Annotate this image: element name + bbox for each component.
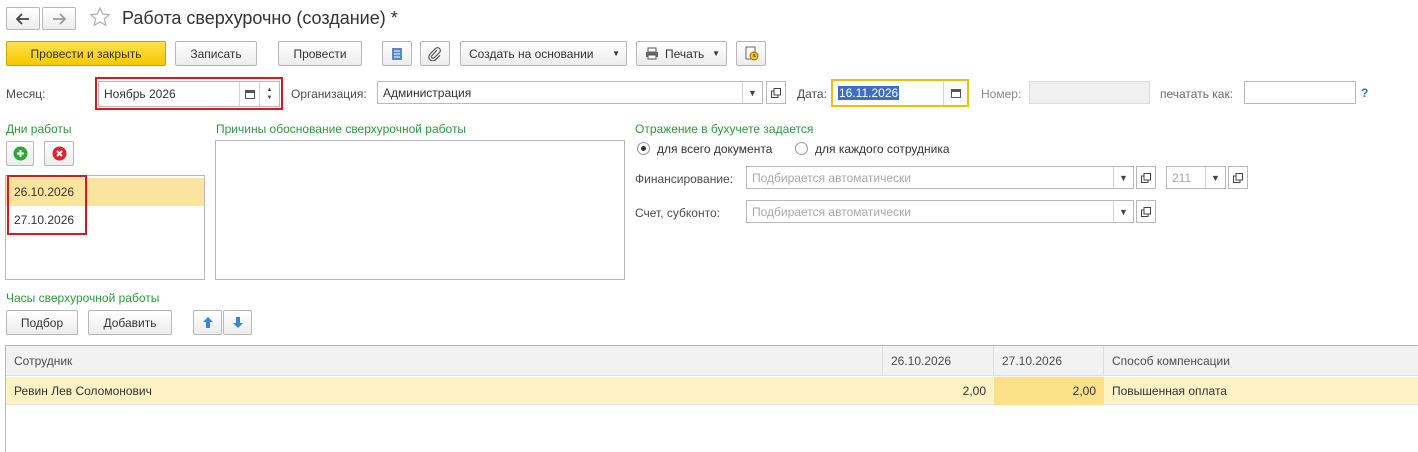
- radio-each-employee[interactable]: [795, 142, 808, 155]
- help-link[interactable]: ?: [1361, 86, 1368, 100]
- table-header: Сотрудник 26.10.2026 27.10.2026 Способ к…: [6, 346, 1418, 376]
- cell-day1-hours: 2,00: [962, 384, 986, 398]
- financing-label: Финансирование:: [635, 172, 734, 186]
- dropdown-arrow-icon: ▼: [1119, 172, 1128, 183]
- work-days-title: Дни работы: [6, 122, 72, 136]
- cell-employee: Ревин Лев Соломонович: [14, 384, 152, 398]
- remove-day-button[interactable]: [44, 141, 74, 166]
- attachments-button[interactable]: [420, 41, 450, 66]
- dropdown-arrow-icon: ▼: [1211, 172, 1220, 183]
- save-button[interactable]: Записать: [175, 41, 257, 66]
- financing-open-button[interactable]: [1136, 166, 1156, 189]
- dropdown-arrow-icon: ▼: [1119, 206, 1128, 217]
- arrow-right-icon: [53, 12, 66, 25]
- column-header-day2[interactable]: 27.10.2026: [994, 346, 1104, 376]
- financing-dropdown-button[interactable]: ▼: [1113, 167, 1133, 188]
- account-dropdown-button[interactable]: ▼: [1113, 201, 1133, 222]
- organization-label: Организация:: [291, 87, 367, 101]
- radio-each-employee-label[interactable]: для каждого сотрудника: [815, 142, 950, 156]
- overtime-title: Часы сверхурочной работы: [6, 291, 160, 305]
- organization-field[interactable]: Администрация ▼: [377, 81, 763, 104]
- plus-circle-icon: [13, 146, 27, 161]
- column-header-employee[interactable]: Сотрудник: [6, 346, 883, 376]
- cell-day2-hours: 2,00: [994, 377, 1104, 405]
- list-document-icon: [392, 47, 402, 60]
- window-title: Работа сверхурочно (создание) *: [122, 8, 398, 28]
- reasons-title: Причины обоснование сверхурочной работы: [216, 122, 467, 136]
- work-days-highlight: [7, 175, 87, 235]
- post-and-close-button[interactable]: Провести и закрыть: [6, 41, 166, 66]
- calendar-icon: [950, 89, 961, 98]
- overtime-table[interactable]: Сотрудник 26.10.2026 27.10.2026 Способ к…: [5, 345, 1418, 452]
- print-as-field[interactable]: [1244, 81, 1356, 104]
- create-based-on-label: Создать на основании: [469, 46, 594, 61]
- organization-open-button[interactable]: [766, 81, 786, 104]
- back-button[interactable]: [6, 7, 40, 30]
- print-label: Печать: [665, 46, 705, 61]
- add-day-button[interactable]: [6, 141, 34, 166]
- accounting-title: Отражение в бухучете задается: [635, 122, 814, 136]
- reasons-textarea[interactable]: [215, 140, 625, 280]
- arrow-down-icon: [232, 317, 243, 328]
- post-button[interactable]: Провести: [278, 41, 362, 66]
- delete-circle-icon: [52, 146, 66, 161]
- dropdown-arrow-icon: ▼: [748, 87, 757, 98]
- move-up-button[interactable]: [193, 310, 222, 335]
- financing-code-field[interactable]: 211 ▼: [1166, 166, 1226, 189]
- open-window-icon: [1141, 206, 1151, 217]
- month-label: Месяц:: [6, 87, 46, 101]
- document-list-button[interactable]: [382, 41, 412, 66]
- table-row[interactable]: Ревин Лев Соломонович 2,00 2,00 Повышенн…: [6, 377, 1418, 405]
- printer-icon: [646, 47, 658, 60]
- financing-field[interactable]: Подбирается автоматически ▼: [746, 166, 1134, 189]
- open-window-icon: [771, 87, 781, 98]
- month-highlight: [95, 77, 283, 110]
- dropdown-arrow-icon: ▼: [612, 49, 620, 58]
- organization-value: Администрация: [383, 85, 472, 100]
- number-label: Номер:: [981, 87, 1022, 101]
- account-field[interactable]: Подбирается автоматически ▼: [746, 200, 1134, 223]
- date-value: 16.11.2026: [838, 86, 900, 100]
- move-down-button[interactable]: [223, 310, 252, 335]
- column-header-day1[interactable]: 26.10.2026: [883, 346, 994, 376]
- date-calendar-button[interactable]: [943, 81, 967, 105]
- document-clock-icon: [745, 46, 758, 61]
- report-settings-button[interactable]: [736, 41, 766, 66]
- create-based-on-button[interactable]: Создать на основании ▼: [460, 41, 627, 66]
- financing-code-open-button[interactable]: [1228, 166, 1248, 189]
- financing-code-dropdown-button[interactable]: ▼: [1205, 167, 1225, 188]
- add-row-button[interactable]: Добавить: [88, 310, 172, 335]
- open-window-icon: [1233, 172, 1243, 183]
- arrow-up-icon: [202, 317, 213, 328]
- print-button[interactable]: Печать ▼: [636, 41, 727, 66]
- open-window-icon: [1141, 172, 1151, 183]
- arrow-left-icon: [16, 12, 29, 25]
- account-label: Счет, субконто:: [635, 206, 720, 220]
- account-placeholder: Подбирается автоматически: [752, 204, 911, 219]
- pick-button[interactable]: Подбор: [6, 310, 78, 335]
- financing-placeholder: Подбирается автоматически: [752, 170, 911, 185]
- organization-dropdown-button[interactable]: ▼: [742, 82, 762, 103]
- date-field[interactable]: 16.11.2026: [831, 79, 969, 107]
- print-as-label: печатать как:: [1160, 87, 1234, 101]
- cell-compensation: Повышенная оплата: [1112, 384, 1227, 398]
- radio-whole-document-label[interactable]: для всего документа: [657, 142, 772, 156]
- account-open-button[interactable]: [1136, 200, 1156, 223]
- paperclip-icon: [428, 46, 441, 61]
- column-header-compensation[interactable]: Способ компенсации: [1104, 346, 1418, 376]
- date-label: Дата:: [797, 87, 827, 101]
- forward-button[interactable]: [42, 7, 76, 30]
- dropdown-arrow-icon: ▼: [712, 49, 720, 58]
- radio-whole-document[interactable]: [637, 142, 650, 155]
- financing-code-placeholder: 211: [1172, 170, 1192, 185]
- number-field: [1029, 81, 1150, 104]
- favorite-star-icon[interactable]: [89, 6, 111, 31]
